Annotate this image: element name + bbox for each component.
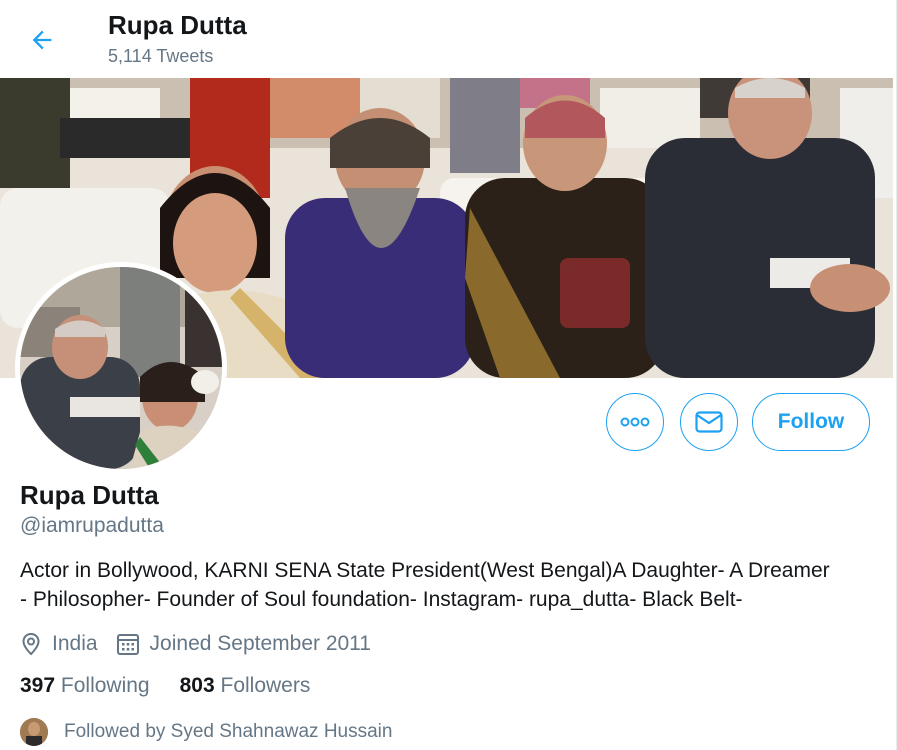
followed-by[interactable]: Followed by Syed Shahnawaz Hussain bbox=[20, 718, 392, 746]
message-button[interactable] bbox=[680, 393, 738, 451]
following-label: Following bbox=[60, 674, 150, 697]
profile-stats: 397 Following 803 Followers bbox=[20, 674, 340, 698]
more-options-button[interactable] bbox=[606, 393, 664, 451]
joined-text: Joined September 2011 bbox=[149, 632, 371, 655]
tweet-count: 5,114 Tweets bbox=[108, 46, 214, 66]
profile-meta: India Joined September 2011 bbox=[20, 630, 389, 658]
profile-name: Rupa Dutta bbox=[20, 480, 159, 510]
header-title: Rupa Dutta bbox=[108, 10, 247, 40]
followers-label: Followers bbox=[220, 674, 311, 697]
follower-avatar bbox=[20, 718, 48, 746]
profile-bio: Actor in Bollywood, KARNI SENA State Pre… bbox=[20, 556, 880, 614]
followers-count: 803 bbox=[179, 674, 215, 697]
arrow-left-icon bbox=[32, 30, 52, 50]
location-text: India bbox=[52, 632, 98, 655]
profile-avatar[interactable] bbox=[15, 262, 227, 474]
following-link[interactable]: 397 Following bbox=[20, 674, 150, 698]
bio-line-2: - Philosopher- Founder of Soul foundatio… bbox=[20, 588, 743, 611]
avatar-photo bbox=[20, 267, 222, 469]
location-item: India bbox=[20, 632, 98, 656]
followed-by-text: Followed by Syed Shahnawaz Hussain bbox=[64, 721, 393, 742]
following-count: 397 bbox=[20, 674, 56, 697]
bio-line-1: Actor in Bollywood, KARNI SENA State Pre… bbox=[20, 559, 830, 582]
profile-page: Rupa Dutta 5,114 Tweets Follow Rupa Dutt… bbox=[0, 0, 897, 750]
calendar-icon bbox=[116, 634, 139, 655]
joined-item: Joined September 2011 bbox=[116, 632, 371, 656]
follow-button[interactable]: Follow bbox=[752, 393, 870, 451]
location-pin-icon bbox=[22, 632, 40, 656]
followers-link[interactable]: 803 Followers bbox=[180, 674, 311, 698]
back-button[interactable] bbox=[22, 20, 62, 60]
profile-header: Rupa Dutta 5,114 Tweets bbox=[0, 0, 893, 78]
more-dots-icon bbox=[620, 417, 650, 427]
envelope-icon bbox=[695, 411, 723, 433]
profile-handle: @iamrupadutta bbox=[20, 514, 164, 537]
